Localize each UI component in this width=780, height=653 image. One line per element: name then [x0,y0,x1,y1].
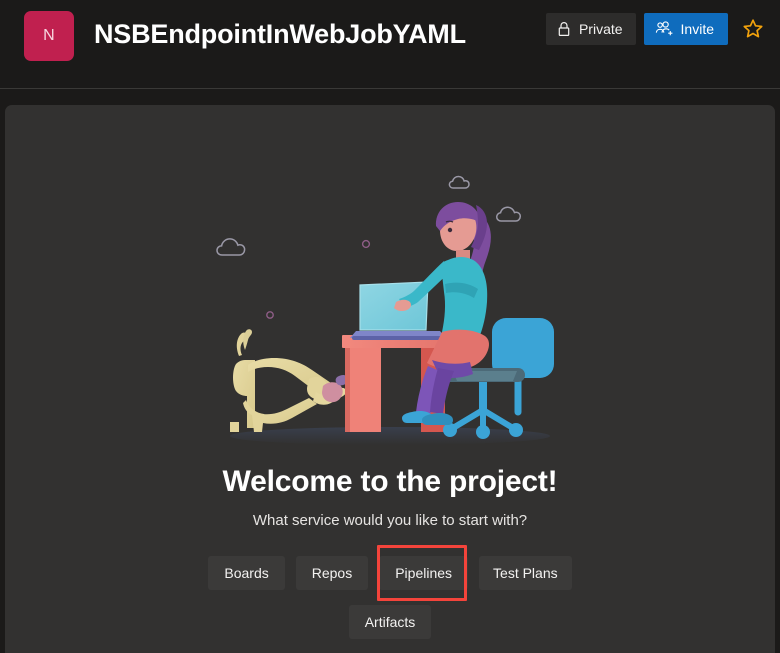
welcome-illustration [200,160,580,450]
private-button[interactable]: Private [545,13,636,45]
invite-button-label: Invite [680,21,714,37]
favorite-button[interactable] [738,13,768,45]
lock-icon [557,21,571,37]
service-buttons-row-1: Boards Repos Pipelines Test Plans [5,556,775,590]
project-avatar: N [24,11,74,61]
cloud-icon [216,238,246,256]
header-actions: Private Invite [545,13,768,45]
private-button-label: Private [578,21,623,37]
project-welcome-hero: Welcome to the project! What service wou… [5,105,775,653]
welcome-title: Welcome to the project! [222,465,558,498]
service-button-test-plans[interactable]: Test Plans [479,556,572,590]
service-button-repos[interactable]: Repos [295,556,369,590]
project-avatar-letter: N [43,27,55,44]
welcome-subtitle: What service would you like to start wit… [252,512,528,529]
invite-button[interactable]: Invite [643,13,728,45]
cloud-icon [448,175,470,189]
service-button-artifacts[interactable]: Artifacts [348,605,432,639]
page-title: NSBEndpointInWebJobYAML [94,19,466,49]
service-button-pipelines[interactable]: Pipelines [379,556,469,590]
star-outline-icon [742,18,764,40]
dog-illustration [230,329,349,432]
main-content-panel: Welcome to the project! What service wou… [5,105,775,653]
decorative-circle [266,311,274,319]
service-buttons-row-2: Artifacts [5,605,775,639]
decorative-circle [361,239,371,249]
header-divider [0,88,780,89]
page-header: N NSBEndpointInWebJobYAML Private Invite [0,0,780,89]
laptop-illustration [350,281,450,340]
cloud-icon [495,206,522,222]
add-people-icon [655,21,674,37]
azure-devops-project-page: N NSBEndpointInWebJobYAML Private Invite… [0,0,780,653]
service-button-boards[interactable]: Boards [208,556,285,590]
